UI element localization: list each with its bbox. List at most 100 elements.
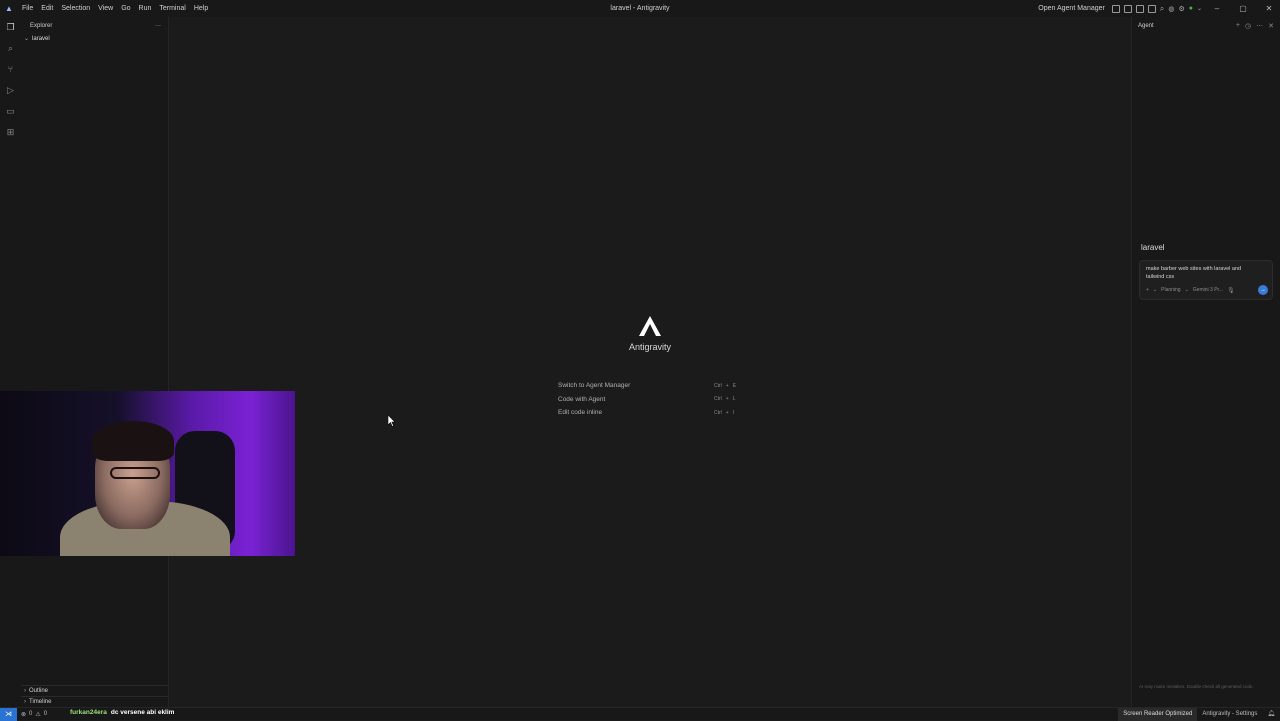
warning-count: 0 bbox=[43, 710, 48, 717]
toggle-panel-icon[interactable] bbox=[1135, 4, 1144, 13]
shortcut-label: Code with Agent bbox=[558, 395, 606, 403]
settings-gear-icon[interactable]: ⚙ bbox=[1178, 5, 1184, 13]
menu-go[interactable]: Go bbox=[117, 5, 134, 12]
run-debug-icon[interactable]: ▷ bbox=[5, 84, 17, 96]
key-plus: + bbox=[725, 382, 729, 389]
key-plus: + bbox=[725, 396, 729, 403]
shortcut-edit-code-inline[interactable]: Edit code inline Ctrl + I bbox=[558, 406, 743, 420]
menu-view[interactable]: View bbox=[94, 5, 117, 12]
explorer-icon[interactable]: ❐ bbox=[5, 21, 17, 33]
agent-header: Agent + ◷ ⋯ ✕ bbox=[1132, 17, 1280, 35]
agent-disclaimer: AI may make mistakes. Double-check all g… bbox=[1139, 684, 1254, 689]
menu-edit[interactable]: Edit bbox=[37, 5, 57, 12]
shortcut-label: Edit code inline bbox=[558, 409, 603, 417]
key: Ctrl bbox=[714, 382, 722, 389]
menu-selection[interactable]: Selection bbox=[57, 5, 94, 12]
webcam-person-glasses bbox=[110, 467, 160, 479]
explorer-title: Explorer bbox=[30, 23, 53, 29]
globe-icon[interactable]: ◍ bbox=[1168, 5, 1174, 13]
settings-status[interactable]: Antigravity - Settings bbox=[1197, 708, 1262, 721]
app-name: Antigravity bbox=[628, 342, 672, 352]
webcam-person-hair bbox=[92, 421, 174, 461]
sidebar-bottom-sections: › Outline › Timeline bbox=[21, 685, 168, 707]
notifications-bell-icon[interactable]: 🔔︎ bbox=[1262, 708, 1280, 721]
toggle-secondary-sidebar-icon[interactable] bbox=[1147, 4, 1156, 13]
maximize-icon[interactable]: ▢ bbox=[1232, 4, 1254, 13]
agent-title: Agent bbox=[1138, 23, 1154, 29]
shortcut-code-with-agent[interactable]: Code with Agent Ctrl + L bbox=[558, 393, 743, 407]
agent-header-actions: + ◷ ⋯ ✕ bbox=[1236, 22, 1274, 30]
extensions-icon[interactable]: ⊞ bbox=[5, 126, 17, 138]
editor-area: Antigravity Switch to Agent Manager Ctrl… bbox=[169, 17, 1131, 707]
search-icon[interactable]: ⌕ bbox=[1160, 4, 1164, 14]
menu-bar: File Edit Selection View Go Run Terminal… bbox=[18, 5, 212, 12]
key: Ctrl bbox=[714, 396, 722, 403]
timeline-section[interactable]: › Timeline bbox=[21, 696, 168, 707]
menu-help[interactable]: Help bbox=[190, 5, 212, 12]
activity-bar: ❐ ⌕ ⑂ ▷ ▭ ⊞ bbox=[0, 17, 21, 707]
mode-selector[interactable]: Planning bbox=[1161, 287, 1180, 293]
minimize-icon[interactable]: – bbox=[1206, 4, 1228, 13]
chat-username: furkan24era bbox=[70, 709, 107, 716]
close-icon[interactable]: ✕ bbox=[1258, 4, 1280, 13]
chevron-right-icon: › bbox=[24, 699, 26, 705]
explorer-sidebar: Explorer ··· ⌄ laravel › Outline › Timel… bbox=[21, 17, 169, 707]
explorer-header: Explorer ··· bbox=[21, 17, 168, 35]
menu-terminal[interactable]: Terminal bbox=[155, 5, 189, 12]
agent-prompt-text[interactable]: make barber web sites with laravel and t… bbox=[1146, 265, 1256, 281]
chevron-down-icon[interactable]: ⌄ bbox=[1197, 5, 1202, 12]
problems-indicator[interactable]: ⊗ 0 ⚠ 0 bbox=[17, 711, 47, 718]
remote-indicator-icon[interactable]: ⋊ bbox=[0, 707, 17, 721]
open-agent-manager-button[interactable]: Open Agent Manager bbox=[1035, 5, 1108, 12]
key: I bbox=[732, 409, 735, 416]
key: E bbox=[732, 382, 737, 389]
outline-label: Outline bbox=[29, 688, 49, 694]
history-icon[interactable]: ◷ bbox=[1245, 22, 1251, 30]
key: Ctrl bbox=[714, 409, 722, 416]
key-plus: + bbox=[725, 409, 729, 416]
shortcut-keys: Ctrl + L bbox=[713, 396, 743, 402]
agent-prompt-toolbar: + ⌄ Planning ⌄ Gemini 3 Pr... 🎙 → bbox=[1146, 285, 1268, 295]
toggle-sidebar-icon[interactable] bbox=[1123, 4, 1132, 13]
new-chat-icon[interactable]: + bbox=[1236, 22, 1240, 30]
menu-run[interactable]: Run bbox=[135, 5, 156, 12]
chevron-right-icon: › bbox=[24, 688, 26, 694]
warning-icon: ⚠ bbox=[35, 711, 41, 718]
welcome-view: Antigravity bbox=[169, 315, 1131, 352]
microphone-icon[interactable]: 🎙 bbox=[1227, 287, 1235, 294]
chevron-down-icon: ⌄ bbox=[1184, 287, 1189, 293]
status-bar: ⋊ ⊗ 0 ⚠ 0 Screen Reader Optimized Antigr… bbox=[0, 707, 1280, 721]
model-selector[interactable]: Gemini 3 Pr... bbox=[1193, 287, 1223, 293]
folder-laravel[interactable]: ⌄ laravel bbox=[21, 35, 168, 43]
webcam-overlay bbox=[0, 391, 295, 556]
shortcut-switch-agent-manager[interactable]: Switch to Agent Manager Ctrl + E bbox=[558, 379, 743, 393]
shortcut-label: Switch to Agent Manager bbox=[558, 382, 631, 390]
timeline-label: Timeline bbox=[29, 699, 52, 705]
add-context-button[interactable]: + bbox=[1146, 287, 1149, 293]
menu-file[interactable]: File bbox=[18, 5, 37, 12]
remote-explorer-icon[interactable]: ▭ bbox=[5, 105, 17, 117]
chevron-down-icon: ⌄ bbox=[24, 36, 30, 42]
shortcut-keys: Ctrl + E bbox=[713, 383, 743, 389]
error-icon: ⊗ bbox=[21, 711, 27, 718]
chat-message: dc versene abi eklim bbox=[110, 709, 175, 716]
search-icon[interactable]: ⌕ bbox=[5, 42, 17, 54]
account-avatar[interactable]: ● bbox=[1189, 5, 1193, 12]
agent-panel: Agent + ◷ ⋯ ✕ laravel make barber web si… bbox=[1131, 17, 1280, 707]
source-control-icon[interactable]: ⑂ bbox=[5, 63, 17, 75]
chevron-down-icon: ⌄ bbox=[1152, 287, 1158, 293]
outline-section[interactable]: › Outline bbox=[21, 685, 168, 696]
shortcut-keys: Ctrl + I bbox=[713, 410, 743, 416]
folder-label: laravel bbox=[32, 35, 50, 42]
send-button[interactable]: → bbox=[1258, 285, 1268, 295]
antigravity-logo-icon bbox=[639, 316, 661, 336]
stream-chat-overlay: furkan24era dc versene abi eklim bbox=[70, 707, 174, 718]
mouse-cursor-icon bbox=[388, 415, 396, 427]
screen-reader-status[interactable]: Screen Reader Optimized bbox=[1118, 707, 1198, 721]
more-actions-icon[interactable]: ··· bbox=[155, 23, 161, 29]
status-right: Screen Reader Optimized Antigravity - Se… bbox=[1118, 707, 1280, 721]
more-actions-icon[interactable]: ⋯ bbox=[1256, 22, 1263, 30]
close-icon[interactable]: ✕ bbox=[1268, 22, 1274, 30]
agent-prompt-box[interactable]: make barber web sites with laravel and t… bbox=[1139, 260, 1273, 300]
customize-layout-icon[interactable] bbox=[1111, 4, 1120, 13]
